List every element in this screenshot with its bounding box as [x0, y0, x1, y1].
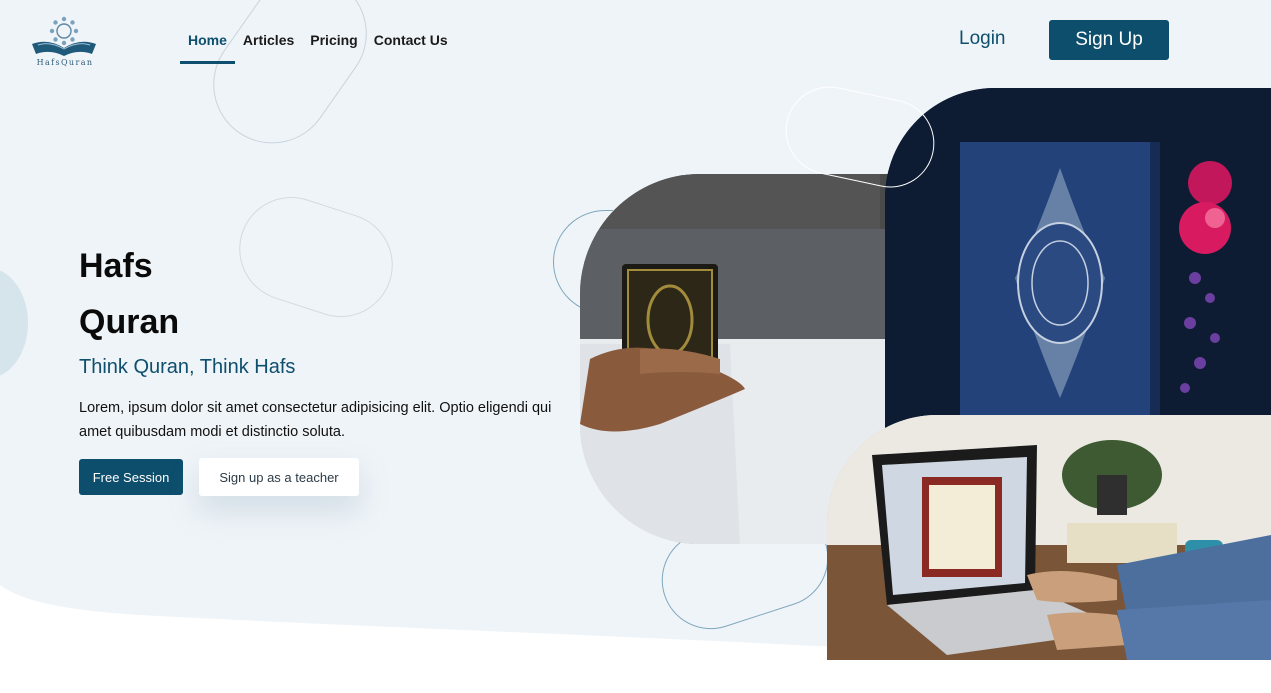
- teacher-signup-button[interactable]: Sign up as a teacher: [199, 458, 359, 496]
- signup-button[interactable]: Sign Up: [1049, 20, 1169, 60]
- nav-item-contact-us[interactable]: Contact Us: [366, 28, 456, 52]
- nav-item-pricing[interactable]: Pricing: [302, 28, 365, 52]
- main-nav: Home Articles Pricing Contact Us: [180, 28, 456, 64]
- landing-page: HafsQuran Home Articles Pricing Contact …: [0, 0, 1271, 693]
- login-link[interactable]: Login: [952, 26, 1013, 52]
- nav-item-articles[interactable]: Articles: [235, 28, 302, 52]
- logo-emblem-icon: [32, 16, 96, 56]
- hero-title: Hafs Quran: [79, 238, 279, 350]
- book-photo-illustration: [885, 88, 1271, 433]
- hero-title-line: Quran: [79, 303, 180, 341]
- hero-title-line: Hafs: [79, 247, 153, 285]
- hero-subtitle: Think Quran, Think Hafs: [79, 356, 296, 378]
- logo-text: HafsQuran: [36, 58, 94, 67]
- nav-item-home[interactable]: Home: [180, 28, 235, 64]
- laptop-photo-illustration: [827, 415, 1271, 660]
- logo[interactable]: HafsQuran: [28, 14, 102, 72]
- laptop-quran-study-photo: [827, 415, 1271, 660]
- hero-description: Lorem, ipsum dolor sit amet consectetur …: [79, 400, 552, 440]
- free-session-button[interactable]: Free Session: [79, 459, 183, 495]
- blue-quran-book-photo: [885, 88, 1271, 433]
